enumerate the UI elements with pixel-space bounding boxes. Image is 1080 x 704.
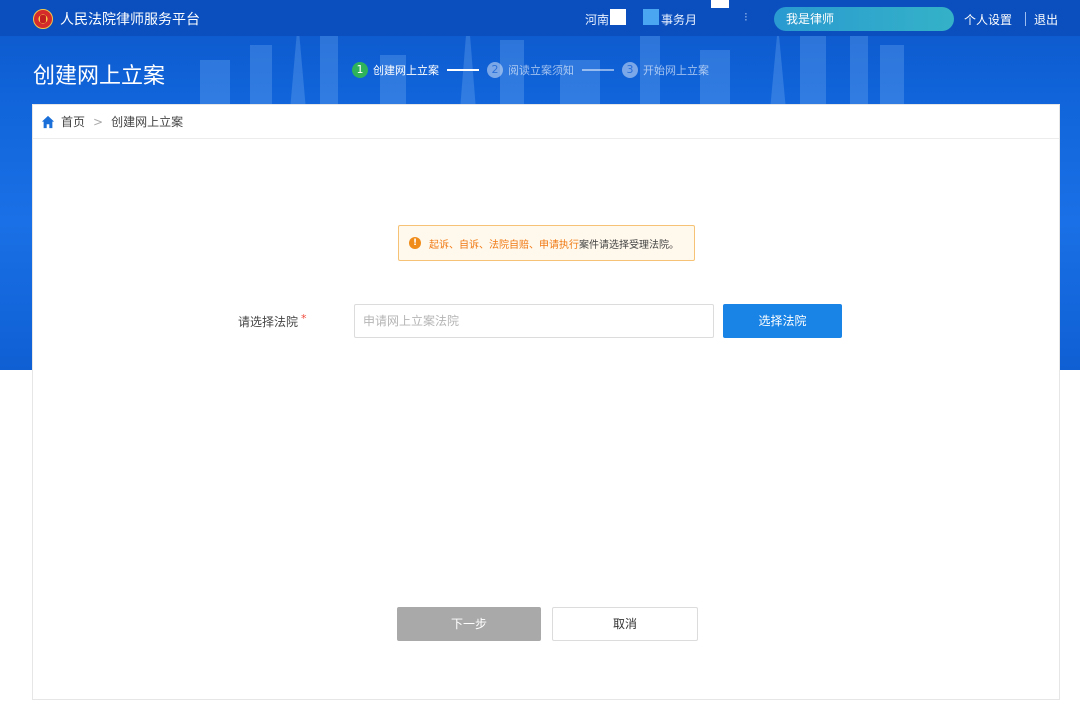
step-3: 3 开始网上立案: [622, 62, 709, 78]
separator: ⁝: [744, 10, 748, 24]
notice-text: 案件请选择受理法院。: [579, 239, 679, 251]
court-input[interactable]: [354, 304, 714, 338]
main-card: 首页 > 创建网上立案 ! 起诉、自诉、法院自赔、申请执行 案件请选择受理法院。…: [32, 104, 1060, 700]
required-mark: *: [301, 312, 307, 325]
breadcrumb: 首页 > 创建网上立案: [33, 105, 1059, 139]
step-1: 1 创建网上立案: [352, 62, 439, 78]
step-number: 2: [487, 62, 503, 78]
court-emblem-icon: [33, 9, 53, 29]
court-label-text: 请选择法院: [238, 315, 299, 329]
region-label: 河南: [585, 13, 610, 27]
step-connector: [447, 69, 479, 71]
step-label: 阅读立案须知: [508, 64, 574, 77]
step-2: 2 阅读立案须知: [487, 62, 574, 78]
redaction-block: [643, 9, 659, 25]
cancel-button[interactable]: 取消: [552, 607, 698, 641]
step-label: 开始网上立案: [643, 64, 709, 77]
court-field-label: 请选择法院 *: [238, 312, 307, 330]
step-number: 1: [352, 62, 368, 78]
divider: [1025, 12, 1026, 26]
role-switch-button[interactable]: 我是律师: [774, 7, 954, 31]
step-indicator: 1 创建网上立案 2 阅读立案须知 3 开始网上立案: [352, 62, 709, 78]
step-number: 3: [622, 62, 638, 78]
court-selection-notice: ! 起诉、自诉、法院自赔、申请执行 案件请选择受理法院。: [398, 225, 695, 261]
home-icon[interactable]: [41, 115, 55, 129]
breadcrumb-home[interactable]: 首页: [61, 113, 85, 130]
breadcrumb-current: 创建网上立案: [111, 115, 184, 129]
page-title: 创建网上立案: [33, 64, 166, 89]
step-connector: [582, 69, 614, 71]
personal-settings-link[interactable]: 个人设置: [964, 11, 1012, 28]
logout-link[interactable]: 退出: [1034, 11, 1058, 28]
warning-icon: !: [409, 237, 421, 249]
redaction-block: [610, 9, 626, 25]
select-court-button[interactable]: 选择法院: [723, 304, 842, 338]
office-label: 事务月: [661, 13, 698, 27]
chevron-right-icon: >: [93, 114, 104, 129]
next-step-button[interactable]: 下一步: [397, 607, 541, 641]
redaction-block: [711, 0, 729, 8]
notice-highlight: 起诉、自诉、法院自赔、申请执行: [429, 239, 579, 251]
step-label: 创建网上立案: [373, 64, 439, 77]
top-bar: 人民法院律师服务平台 河南 事务月 ⁝ 我是律师 个人设置 退出: [0, 0, 1080, 36]
site-title: 人民法院律师服务平台: [60, 12, 200, 28]
